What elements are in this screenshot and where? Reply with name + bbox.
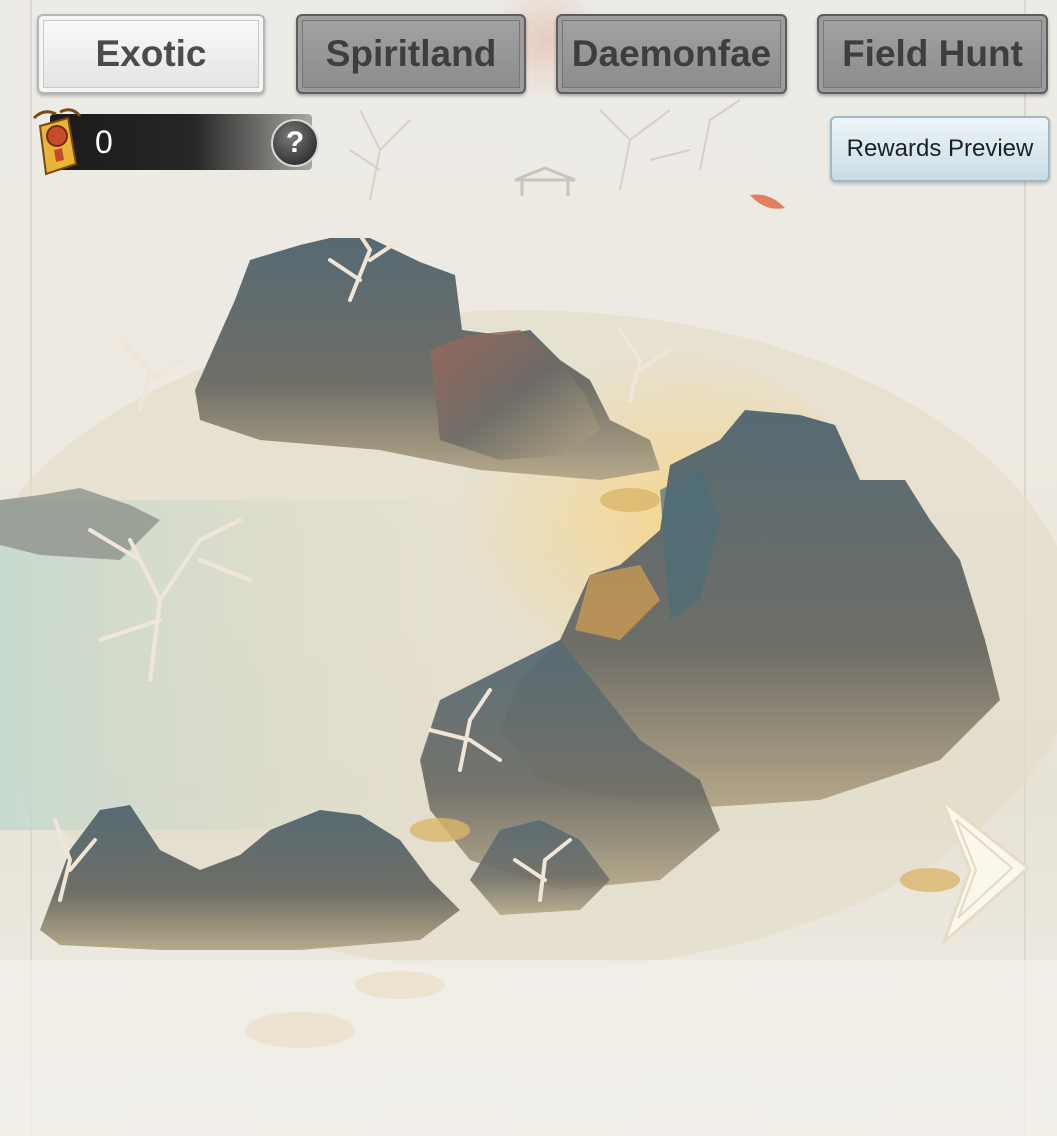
bottom-mist — [0, 960, 1057, 1136]
tab-field-hunt[interactable]: Field Hunt — [817, 14, 1048, 94]
tab-exotic[interactable]: Exotic — [37, 14, 265, 94]
tab-spiritland[interactable]: Spiritland — [296, 14, 526, 94]
distant-pavilion — [514, 166, 576, 196]
tab-daemonfae[interactable]: Daemonfae — [556, 14, 787, 94]
rewards-preview-button[interactable]: Rewards Preview — [830, 116, 1050, 182]
currency-value: 0 — [95, 124, 113, 160]
talisman-token-icon — [32, 108, 82, 176]
falling-leaf — [750, 194, 785, 209]
help-icon[interactable]: ? — [271, 119, 319, 167]
distant-trees — [349, 99, 741, 201]
chevron-right-icon[interactable] — [938, 796, 1033, 946]
